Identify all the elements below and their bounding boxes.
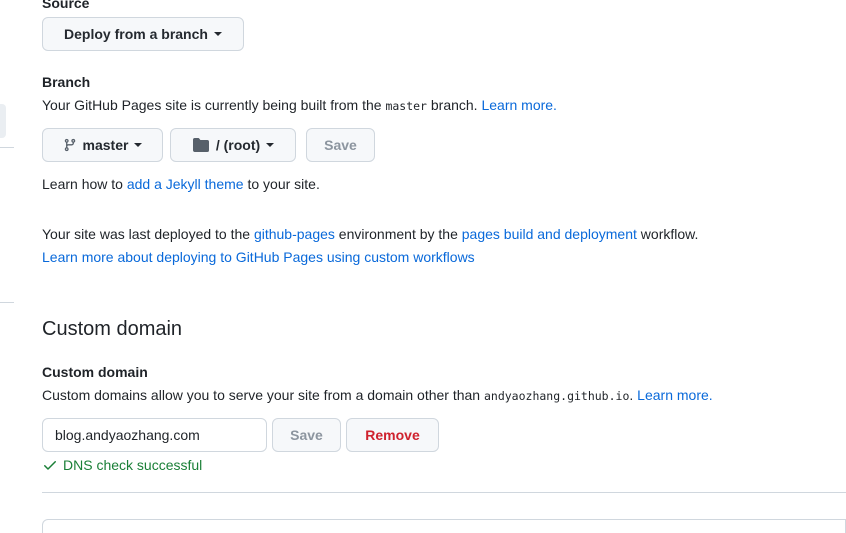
workflow-link[interactable]: pages build and deployment (462, 226, 637, 242)
left-divider (0, 147, 14, 148)
branch-save-label: Save (324, 137, 357, 153)
left-panel-edge (0, 104, 6, 138)
branch-select-label: master (82, 137, 129, 153)
dns-status: DNS check successful (42, 455, 202, 475)
check-icon (42, 457, 58, 473)
git-branch-icon (63, 137, 77, 153)
custom-domain-desc-text: Custom domains allow you to serve your s… (42, 387, 484, 403)
deploy-text-after: workflow. (636, 226, 699, 242)
branch-label: Branch (42, 74, 91, 90)
branch-code: master (385, 99, 427, 113)
next-section-box-edge (42, 519, 846, 533)
section-divider (42, 492, 846, 493)
custom-domain-input[interactable] (42, 418, 267, 452)
jekyll-theme-link[interactable]: add a Jekyll theme (127, 176, 244, 192)
deploy-text-before: Your site was last deployed to the (42, 226, 254, 242)
custom-domain-desc-after: . (629, 387, 634, 403)
branch-select-button[interactable]: master (42, 128, 163, 162)
left-divider-2 (0, 302, 14, 303)
jekyll-text-after: to your site. (243, 176, 320, 192)
custom-domain-label: Custom domain (42, 364, 148, 380)
source-dropdown-label: Deploy from a branch (64, 26, 208, 42)
folder-select-label: / (root) (215, 137, 261, 153)
chevron-down-icon (134, 143, 143, 147)
branch-description: Your GitHub Pages site is currently bein… (42, 95, 557, 116)
branch-save-button[interactable]: Save (306, 128, 375, 162)
dns-status-text: DNS check successful (63, 457, 203, 473)
chevron-down-icon (266, 143, 275, 147)
branch-desc-after: branch. (426, 97, 478, 113)
deploy-text-middle: environment by the (334, 226, 462, 242)
remove-domain-label: Remove (365, 427, 420, 443)
github-pages-env-link[interactable]: github-pages (254, 226, 335, 242)
folder-icon (192, 137, 210, 153)
custom-domain-save-button[interactable]: Save (272, 418, 341, 452)
branch-learn-more-link[interactable]: Learn more. (481, 97, 556, 113)
custom-domain-learn-more-link[interactable]: Learn more. (637, 387, 712, 403)
jekyll-hint: Learn how to add a Jekyll theme to your … (42, 174, 320, 194)
custom-workflows-learn-more-link[interactable]: Learn more about deploying to GitHub Pag… (42, 247, 475, 267)
deploy-info: Your site was last deployed to the githu… (42, 224, 698, 244)
source-label: Source (42, 0, 90, 11)
custom-domain-description: Custom domains allow you to serve your s… (42, 385, 713, 406)
custom-domain-save-label: Save (290, 427, 323, 443)
chevron-down-icon (213, 32, 222, 36)
default-domain-code: andyaozhang.github.io (483, 389, 630, 403)
folder-select-button[interactable]: / (root) (170, 128, 296, 162)
branch-desc-text: Your GitHub Pages site is currently bein… (42, 97, 386, 113)
jekyll-text-before: Learn how to (42, 176, 127, 192)
remove-domain-button[interactable]: Remove (346, 418, 439, 452)
custom-domain-heading: Custom domain (42, 318, 183, 340)
source-dropdown[interactable]: Deploy from a branch (42, 17, 244, 51)
